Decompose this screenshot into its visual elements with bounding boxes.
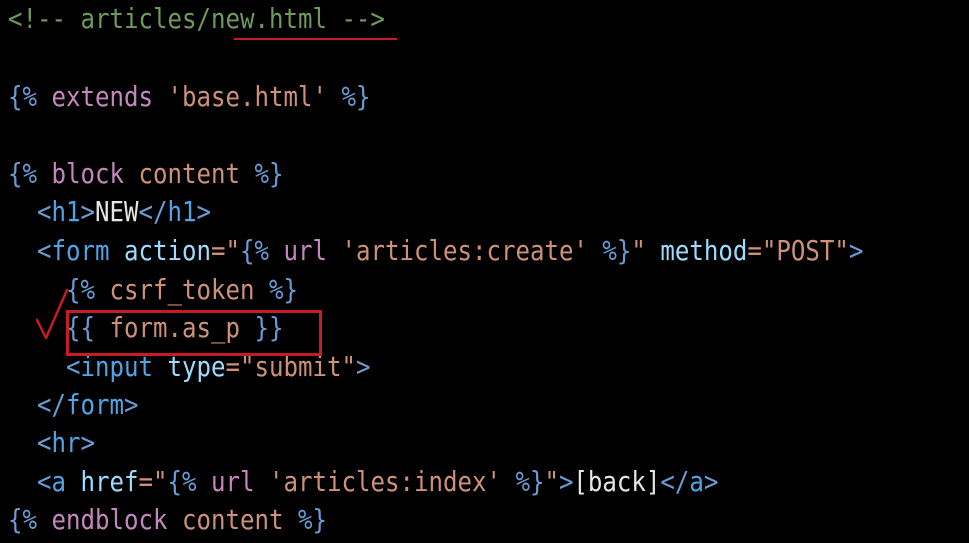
- template-close: %}: [341, 80, 371, 113]
- tag-bracket: </: [138, 195, 168, 228]
- template-keyword: endblock: [51, 503, 168, 536]
- template-keyword: csrf_token: [109, 273, 255, 306]
- code-line-block: {% block content %}: [8, 155, 283, 193]
- attr-eq: =": [747, 234, 777, 267]
- file-comment: <!-- articles/new.html -->: [8, 2, 385, 35]
- tag-bracket: >: [123, 388, 139, 421]
- template-keyword: url: [210, 465, 255, 498]
- tag-bracket: </: [660, 465, 690, 498]
- tag-bracket: >: [80, 195, 95, 228]
- attr-quote: ": [341, 350, 356, 383]
- annotation-highlight-box: [66, 310, 322, 356]
- attr-name: href: [80, 465, 139, 498]
- attr-quote: ": [631, 234, 646, 267]
- attr-value: POST: [776, 234, 835, 267]
- block-name: content: [181, 503, 284, 536]
- attr-quote: ": [834, 234, 849, 267]
- code-line-form-close: </form>: [8, 386, 138, 424]
- block-name: content: [138, 157, 240, 190]
- tag-name: hr: [51, 426, 81, 459]
- code-line-h1: <h1>NEW</h1>: [8, 193, 211, 231]
- link-text: [back]: [573, 465, 661, 498]
- tag-bracket: >: [196, 195, 211, 228]
- attr-name: action: [123, 234, 211, 267]
- template-string: 'articles:index': [268, 465, 501, 498]
- tag-bracket: >: [848, 234, 864, 267]
- template-open: {%: [8, 503, 37, 536]
- code-line-form-open: <form action="{% url 'articles:create' %…: [8, 232, 863, 270]
- template-string: 'articles:create': [341, 234, 588, 267]
- code-line-endblock: {% endblock content %}: [8, 501, 327, 539]
- template-close: %}: [515, 465, 545, 498]
- code-line-hr: <hr>: [8, 424, 95, 462]
- template-close: %}: [254, 157, 284, 190]
- tag-bracket: >: [703, 465, 719, 498]
- template-open: {%: [8, 80, 37, 113]
- attr-eq: =": [210, 234, 240, 267]
- template-open: {%: [65, 273, 95, 306]
- template-string: 'base.html': [167, 80, 327, 113]
- tag-bracket: >: [80, 426, 95, 459]
- tag-name: form: [51, 234, 110, 267]
- tag-name: h1: [51, 195, 81, 228]
- template-keyword: extends: [51, 80, 153, 113]
- tag-bracket: <: [36, 426, 52, 459]
- template-close: %}: [268, 273, 298, 306]
- checkmark-icon: [35, 288, 69, 340]
- heading-text: NEW: [94, 195, 139, 228]
- template-close: %}: [297, 503, 327, 536]
- template-keyword: url: [283, 234, 327, 267]
- attr-quote: ": [544, 465, 559, 498]
- code-editor: <!-- articles/new.html --> {% extends 'b…: [0, 0, 969, 543]
- tag-name: a: [689, 465, 704, 498]
- template-open: {%: [167, 465, 197, 498]
- code-line-comment: <!-- articles/new.html -->: [8, 0, 385, 38]
- template-open: {%: [239, 234, 269, 267]
- template-open: {%: [8, 157, 37, 190]
- code-line-extends: {% extends 'base.html' %}: [8, 78, 370, 116]
- tag-name: h1: [167, 195, 197, 228]
- tag-bracket: >: [558, 465, 574, 498]
- tag-bracket: <: [36, 234, 52, 267]
- tag-bracket: <: [36, 195, 52, 228]
- attr-name: method: [660, 234, 748, 267]
- tag-bracket: </: [36, 388, 66, 421]
- tag-bracket: >: [355, 350, 371, 383]
- template-close: %}: [602, 234, 632, 267]
- tag-name: a: [51, 465, 66, 498]
- attr-eq: =": [138, 465, 168, 498]
- template-keyword: block: [51, 157, 124, 190]
- code-line-anchor: <a href="{% url 'articles:index' %}">[ba…: [8, 463, 718, 501]
- tag-bracket: <: [36, 465, 52, 498]
- tag-name: form: [65, 388, 124, 421]
- annotation-underline: [234, 38, 397, 40]
